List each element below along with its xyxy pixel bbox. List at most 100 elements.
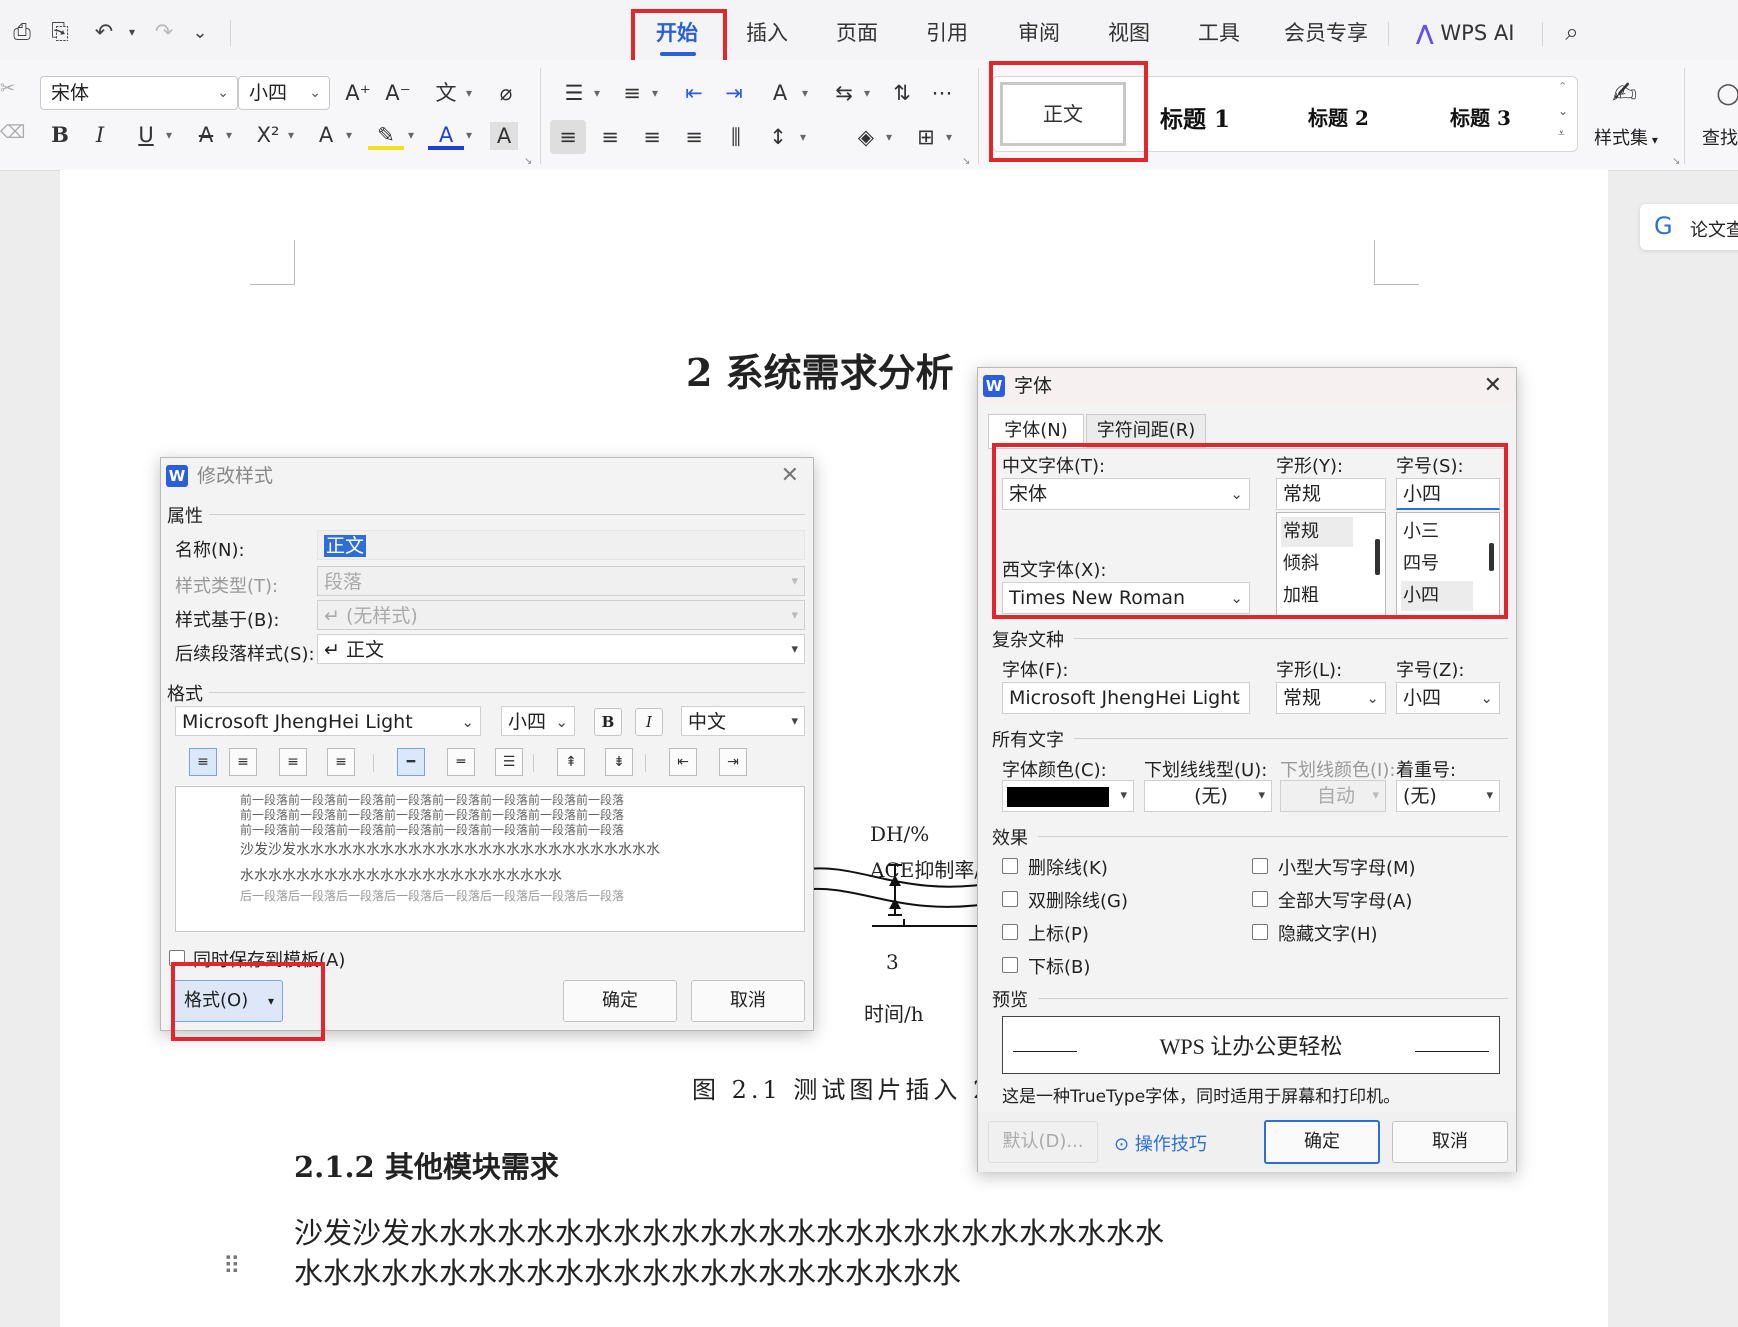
tab-member[interactable]: 会员专享 (1284, 18, 1368, 48)
chevron-down-icon[interactable]: ▾ (860, 76, 874, 110)
decrease-indent-icon[interactable]: ⇤ (676, 76, 712, 110)
numbered-list-icon[interactable]: ≡ (614, 76, 650, 110)
bullet-list-icon[interactable]: ☰ (556, 76, 592, 110)
format-menu-button[interactable]: 格式(O) ▾ (171, 980, 283, 1022)
underline-icon[interactable]: U (128, 118, 164, 152)
tab-insert[interactable]: 插入 (746, 18, 788, 48)
cx-style-select[interactable]: 常规 ⌄ (1276, 682, 1386, 714)
tab-review[interactable]: 审阅 (1018, 18, 1060, 48)
chevron-down-icon[interactable]: ▾ (882, 120, 896, 154)
underline-style-select[interactable]: (无) ▾ (1144, 780, 1272, 812)
style-type-select[interactable]: 段落 ▾ (317, 566, 805, 596)
close-icon[interactable]: ✕ (781, 458, 799, 494)
style-input[interactable]: 常规 (1276, 478, 1386, 510)
space-after-button[interactable]: ⇟ (605, 748, 633, 776)
tips-link[interactable]: ⊙ 操作技巧 (1114, 1130, 1207, 1156)
char-shading-icon[interactable]: A (490, 122, 518, 150)
chevron-down-icon[interactable]: ▾ (284, 118, 298, 152)
chevron-down-icon[interactable]: ▾ (404, 118, 418, 152)
next-style-select[interactable]: ↵ 正文 ▾ (317, 634, 805, 664)
font-name-combo[interactable]: 宋体 ⌄ (40, 76, 238, 110)
tab-references[interactable]: 引用 (926, 18, 968, 48)
font-dialog-launcher-icon[interactable]: ↘ (524, 156, 532, 167)
grow-font-icon[interactable]: A⁺ (340, 76, 376, 110)
tab-start[interactable]: 开始 (656, 18, 698, 48)
strikethrough-icon[interactable]: A (188, 118, 224, 152)
redo-icon[interactable]: ↷ (150, 18, 178, 46)
borders-icon[interactable]: ⊞ (908, 120, 944, 154)
small-caps-checkbox[interactable] (1252, 858, 1268, 874)
decrease-indent-button[interactable]: ⇤ (669, 748, 697, 776)
show-marks-icon[interactable]: ⋯ (924, 76, 960, 110)
chevron-down-icon[interactable]: ▾ (342, 118, 356, 152)
paragraph-dialog-launcher-icon[interactable]: ↘ (962, 156, 970, 167)
styles-launcher-icon[interactable]: ↘ (1672, 156, 1680, 167)
format-painter-icon[interactable]: ⌫ (0, 122, 25, 143)
chevron-down-icon[interactable]: ▾ (796, 120, 810, 154)
size-option[interactable]: 小四 (1401, 581, 1473, 611)
gallery-down-icon[interactable]: ⌄ (1558, 104, 1568, 118)
chevron-down-icon[interactable]: ▾ (162, 118, 176, 152)
convert-icon[interactable]: ⇆ (826, 76, 862, 110)
default-button[interactable]: 默认(D)... (988, 1121, 1098, 1163)
size-option[interactable]: 小三 (1401, 517, 1473, 547)
more-icon[interactable]: ⌄ (186, 18, 214, 46)
chevron-down-icon[interactable]: ▾ (462, 118, 476, 152)
scrollbar-thumb[interactable] (1375, 539, 1380, 575)
style-heading-2[interactable]: 标题 2 (1308, 102, 1369, 131)
cx-font-select[interactable]: Microsoft JhengHei Light ⌄ (1002, 682, 1250, 714)
cut-icon[interactable]: ✂ (0, 78, 15, 99)
paper-check-panel[interactable]: G 论文查 (1640, 204, 1738, 250)
gallery-up-icon[interactable]: ⌃ (1558, 80, 1567, 93)
size-input[interactable]: 小四 (1396, 478, 1500, 510)
font-size-combo[interactable]: 小四 ⌄ (238, 76, 330, 110)
align-center-button[interactable]: ≡ (229, 748, 257, 776)
justify-button[interactable]: ≡ (327, 748, 355, 776)
align-left-icon[interactable]: ≡ (550, 120, 586, 154)
text-effect-icon[interactable]: A (308, 118, 344, 152)
tab-page[interactable]: 页面 (836, 18, 878, 48)
all-caps-checkbox[interactable] (1252, 891, 1268, 907)
close-icon[interactable]: ✕ (1484, 368, 1502, 404)
undo-dropdown-icon[interactable]: ▾ (118, 18, 146, 46)
ok-button[interactable]: 确定 (1264, 1120, 1380, 1164)
emphasis-select[interactable]: (无) ▾ (1396, 780, 1500, 812)
single-spacing-button[interactable]: ━ (397, 748, 425, 776)
style-heading-1[interactable]: 标题 1 (1160, 100, 1230, 134)
style-listbox[interactable]: 常规 倾斜 加粗 (1276, 512, 1386, 616)
increase-indent-icon[interactable]: ⇥ (716, 76, 752, 110)
undo-icon[interactable]: ↶ (90, 18, 118, 46)
format-font-select[interactable]: Microsoft JhengHei Light ⌄ (175, 706, 481, 736)
style-heading-3[interactable]: 标题 3 (1450, 102, 1511, 131)
italic-button[interactable]: I (635, 708, 663, 736)
tab-tools[interactable]: 工具 (1198, 18, 1240, 48)
hidden-text-checkbox[interactable] (1252, 924, 1268, 940)
cn-font-select[interactable]: 宋体 ⌄ (1002, 478, 1250, 510)
tab-font[interactable]: 字体(N) (988, 414, 1084, 448)
distribute-icon[interactable]: ⫼ (718, 120, 754, 154)
chevron-down-icon[interactable]: ▾ (798, 76, 812, 110)
chevron-down-icon[interactable]: ▾ (942, 120, 956, 154)
cancel-button[interactable]: 取消 (1392, 1121, 1508, 1163)
one-half-spacing-button[interactable]: ═ (447, 748, 475, 776)
print-icon[interactable]: ⎙ (8, 18, 36, 46)
format-size-select[interactable]: 小四 ⌄ (501, 706, 575, 736)
style-set-icon[interactable]: ✍ (1612, 76, 1637, 111)
italic-icon[interactable]: I (82, 118, 118, 152)
cancel-button[interactable]: 取消 (691, 980, 805, 1022)
size-listbox[interactable]: 小三 四号 小四 (1396, 512, 1500, 616)
ok-button[interactable]: 确定 (563, 980, 677, 1022)
shading-icon[interactable]: ◈ (848, 120, 884, 154)
superscript-icon[interactable]: X² (250, 118, 286, 152)
style-option[interactable]: 加粗 (1281, 581, 1353, 611)
font-color-icon[interactable]: A (428, 118, 464, 150)
chevron-down-icon[interactable]: ▾ (462, 76, 476, 110)
line-spacing-icon[interactable]: ↕ (760, 120, 796, 154)
sort-icon[interactable]: ⇅ (884, 76, 920, 110)
tab-spacing[interactable]: 字符间距(R) (1086, 414, 1206, 448)
double-spacing-button[interactable]: ☰ (495, 748, 523, 776)
highlight-color-icon[interactable]: ✎ (368, 118, 404, 150)
language-select[interactable]: 中文 ▾ (681, 706, 805, 736)
chevron-down-icon[interactable]: ▾ (222, 118, 236, 152)
strikethrough-checkbox[interactable] (1002, 858, 1018, 874)
